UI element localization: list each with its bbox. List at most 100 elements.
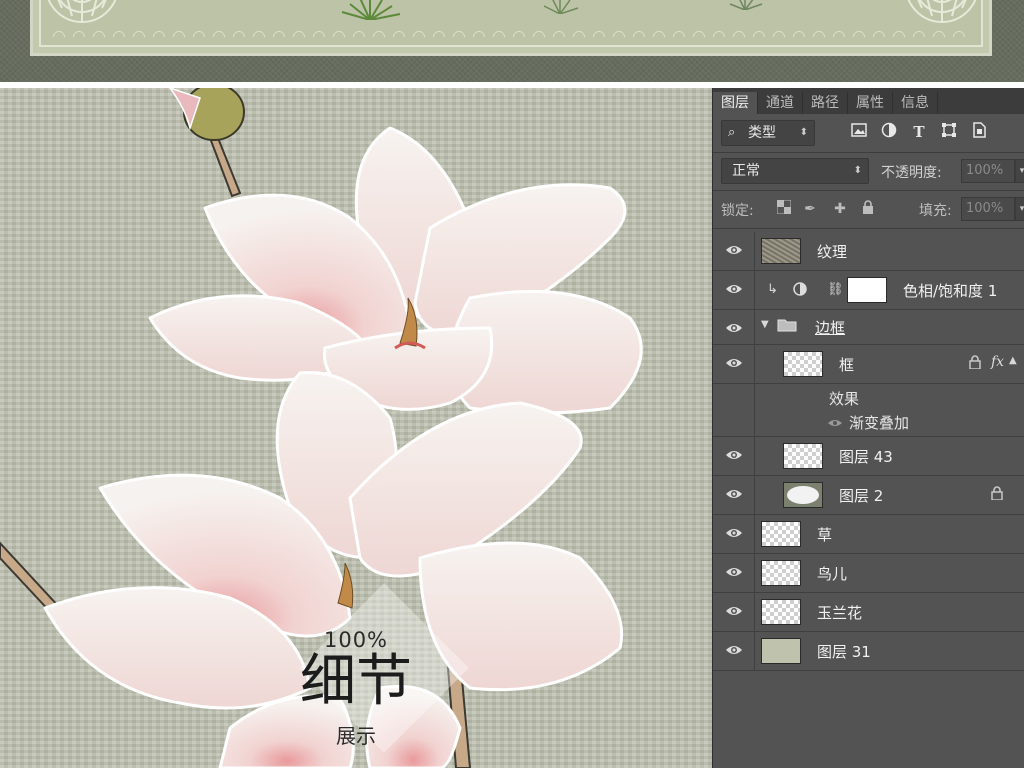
layer-thumbnail <box>783 351 823 377</box>
opacity-field[interactable]: 100% <box>961 159 1015 183</box>
layer-name: 玉兰花 <box>817 604 863 622</box>
visibility-eye-icon[interactable] <box>713 271 755 309</box>
chain-link-icon[interactable]: ⛓ <box>827 282 844 297</box>
layer-row[interactable]: ↳ ⛓ 色相/饱和度 1 <box>713 271 1024 310</box>
layers-list: 纹理 ↳ ⛓ 色相/饱和度 1 ▼ 边框 框 fx ▲ 效果 渐变叠加 图层 4… <box>713 232 1024 671</box>
lock-label: 锁定: <box>721 203 754 219</box>
magnolia-artwork-detail: 100% 细节 展示 <box>0 88 712 768</box>
visibility-eye-icon[interactable] <box>713 476 755 514</box>
tab-layers[interactable]: 图层 <box>713 92 758 114</box>
fill-field[interactable]: 100% <box>961 197 1015 221</box>
lock-image-pixels-icon[interactable]: ✒ <box>801 200 819 218</box>
layer-thumbnail <box>761 599 801 625</box>
layer-thumbnail <box>761 638 801 664</box>
layers-panel: 图层 通道 路径 属性 信息 ⌕ 类型 ⬍ T 正常 ⬍ 不透明度: 100% … <box>712 88 1024 768</box>
divider <box>713 152 1024 153</box>
visibility-eye-icon[interactable] <box>713 554 755 592</box>
effects-label: 效果 <box>829 390 860 408</box>
layer-row[interactable]: 草 <box>713 515 1024 554</box>
layer-filter-row: ⌕ 类型 ⬍ T <box>719 120 1024 148</box>
lock-position-icon[interactable]: ✚ <box>831 200 849 218</box>
lock-row: 锁定: ✒ ✚ 填充: 100% ▾ <box>719 196 1024 224</box>
banner-frame-inner <box>39 0 983 47</box>
tab-paths[interactable]: 路径 <box>803 92 848 114</box>
adjustment-layer-icon <box>793 282 807 300</box>
layer-row[interactable]: 纹理 <box>713 232 1024 271</box>
layer-name: 图层 43 <box>839 448 893 466</box>
layer-row[interactable]: 鸟儿 <box>713 554 1024 593</box>
search-icon: ⌕ <box>728 125 736 140</box>
lock-all-icon[interactable] <box>859 200 877 218</box>
decorative-banner <box>0 0 1024 82</box>
banner-frame <box>30 0 992 56</box>
left-rosette-ornament <box>47 0 117 23</box>
layer-name: 图层 2 <box>839 487 884 505</box>
layer-name: 边框 <box>815 319 846 337</box>
layer-thumbnail <box>761 238 801 264</box>
visibility-eye-icon[interactable] <box>713 437 755 475</box>
fx-effects-icon[interactable]: fx <box>991 354 1004 370</box>
smart-object-filter-icon[interactable] <box>969 122 989 142</box>
tab-properties[interactable]: 属性 <box>848 92 893 114</box>
banner-wave-border <box>49 27 973 37</box>
layer-thumbnail <box>783 482 823 508</box>
visibility-eye-icon[interactable] <box>713 310 755 344</box>
effect-visibility-eye-icon[interactable] <box>827 416 843 432</box>
layer-name: 鸟儿 <box>817 565 848 583</box>
layer-row[interactable]: 玉兰花 <box>713 593 1024 632</box>
layer-row[interactable]: 图层 2 <box>713 476 1024 515</box>
panel-tab-bar: 图层 通道 路径 属性 信息 <box>713 88 1024 114</box>
detail-subtitle: 展示 <box>336 724 376 748</box>
chevron-up-icon[interactable]: ▲ <box>1009 355 1017 366</box>
zoom-detail-badge: 100% 细节 展示 <box>272 583 469 768</box>
image-filter-icon[interactable] <box>849 122 869 142</box>
grass-illustration <box>543 0 579 14</box>
updown-arrow-icon: ⬍ <box>853 165 862 176</box>
layer-row[interactable]: 图层 43 <box>713 437 1024 476</box>
tab-channels[interactable]: 通道 <box>758 92 803 114</box>
blend-row: 正常 ⬍ 不透明度: 100% ▾ <box>719 158 1024 186</box>
eye-column-spacer <box>713 384 755 436</box>
layer-name: 纹理 <box>817 243 848 261</box>
layer-thumbnail <box>761 560 801 586</box>
fill-label: 填充: <box>919 203 952 219</box>
updown-arrow-icon: ⬍ <box>799 127 808 138</box>
folder-icon <box>777 318 797 336</box>
opacity-dropdown-arrow[interactable]: ▾ <box>1015 159 1024 183</box>
grass-illustration <box>729 0 763 10</box>
detail-title: 细节 <box>300 649 412 714</box>
visibility-eye-icon[interactable] <box>713 593 755 631</box>
type-filter-icon[interactable]: T <box>909 122 929 142</box>
filter-type-label: 类型 <box>748 125 776 141</box>
layer-group-row[interactable]: ▼ 边框 <box>713 310 1024 345</box>
fill-dropdown-arrow[interactable]: ▾ <box>1015 197 1024 221</box>
visibility-eye-icon[interactable] <box>713 515 755 553</box>
layer-name: 草 <box>817 526 833 544</box>
tab-info[interactable]: 信息 <box>893 92 938 114</box>
layer-row[interactable]: 框 fx ▲ <box>713 345 1024 384</box>
visibility-eye-icon[interactable] <box>713 232 755 270</box>
divider <box>713 190 1024 191</box>
layer-thumbnail <box>761 521 801 547</box>
lock-transparent-pixels-icon[interactable] <box>775 199 793 218</box>
filter-type-select[interactable]: ⌕ 类型 ⬍ <box>721 120 815 146</box>
blend-mode-select[interactable]: 正常 ⬍ <box>721 158 869 184</box>
clipping-mask-arrow-icon: ↳ <box>767 282 778 297</box>
flower-bud <box>169 88 245 141</box>
layer-mask-thumbnail <box>847 277 887 303</box>
blend-mode-value: 正常 <box>732 163 760 179</box>
adjustment-filter-icon[interactable] <box>879 122 899 142</box>
visibility-eye-icon[interactable] <box>713 632 755 670</box>
grass-illustration <box>341 0 401 20</box>
shape-filter-icon[interactable] <box>939 122 959 142</box>
layer-effects-block: 效果 渐变叠加 <box>713 384 1024 437</box>
layer-row[interactable]: 图层 31 <box>713 632 1024 671</box>
disclosure-triangle-icon[interactable]: ▼ <box>761 319 769 330</box>
lock-icon <box>969 355 981 373</box>
divider <box>713 228 1024 229</box>
layer-name: 框 <box>839 356 855 374</box>
visibility-eye-icon[interactable] <box>713 345 755 383</box>
layer-thumbnail <box>783 443 823 469</box>
lock-icon <box>991 486 1003 504</box>
gradient-overlay-effect[interactable]: 渐变叠加 <box>849 412 909 433</box>
